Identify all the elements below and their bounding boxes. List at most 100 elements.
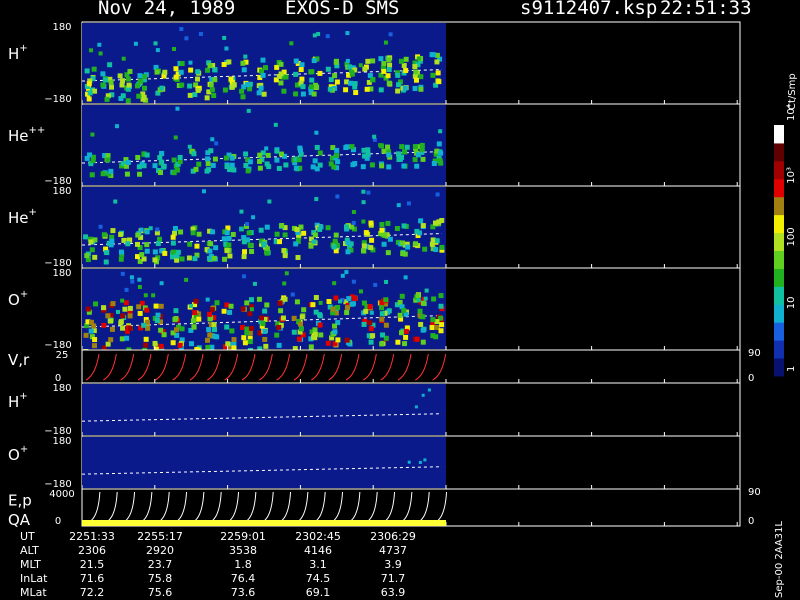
panel-h-plus-bottom: 180−180H+: [8, 382, 741, 437]
count-cell: [368, 245, 374, 251]
count-cell: [189, 341, 195, 347]
colorbar-tick: 1: [786, 366, 797, 372]
count-cell: [378, 143, 383, 148]
count-cell: [344, 270, 349, 275]
count-cell: [396, 203, 401, 208]
count-cell: [247, 159, 253, 165]
ephemeris-value: 73.6: [230, 586, 256, 599]
count-cell: [108, 79, 114, 85]
count-cell: [294, 226, 300, 232]
count-cell: [379, 227, 385, 233]
count-cell: [207, 63, 213, 69]
count-cell: [383, 297, 389, 303]
count-cell: [296, 157, 302, 163]
count-cell: [162, 69, 168, 75]
count-cell: [262, 328, 268, 334]
count-cell: [397, 299, 403, 305]
count-cell: [144, 242, 150, 248]
ephemeris-value: 63.9: [380, 586, 406, 599]
ephemeris-value: 75.6: [147, 586, 173, 599]
count-cell: [214, 334, 220, 340]
count-cell: [332, 323, 338, 329]
panel-layer: 180−180H+−180He++180−180He+180−180O+250V…: [8, 21, 761, 529]
count-cell: [381, 68, 387, 74]
count-cell: [379, 163, 385, 169]
count-cell: [301, 307, 307, 313]
count-cell: [241, 254, 247, 260]
count-cell: [212, 77, 218, 83]
count-cell: [437, 158, 443, 164]
spectrogram-figure: 180−180H+−180He++180−180He+180−180O+250V…: [8, 21, 798, 529]
count-cell: [105, 313, 111, 319]
ephemeris-value: 23.7: [147, 558, 173, 571]
panel-he-plus: 180−180He+: [8, 185, 741, 269]
count-cell: [195, 69, 201, 75]
colorbar-swatch: [774, 358, 784, 377]
count-cell: [210, 137, 215, 142]
species-label: H+: [8, 43, 28, 63]
count-cell: [256, 296, 262, 302]
count-cell: [221, 236, 227, 242]
count-cell: [244, 222, 249, 227]
count-cell: [159, 281, 164, 286]
count-cell: [370, 58, 376, 64]
count-cell: [130, 279, 135, 284]
count-cell: [361, 243, 367, 249]
count-cell: [400, 251, 406, 257]
count-cell: [88, 319, 94, 325]
ephemeris-value: 21.5: [79, 558, 105, 571]
count-cell: [139, 252, 145, 258]
count-cell: [399, 144, 405, 150]
count-cell: [394, 226, 400, 232]
ephemeris-value: 69.1: [305, 586, 331, 599]
count-cell: [291, 315, 297, 321]
count-cell: [403, 328, 409, 334]
count-cell: [161, 164, 167, 170]
count-cell: [252, 281, 257, 286]
count-cell: [196, 161, 202, 167]
count-cell: [351, 210, 356, 215]
count-cell: [274, 157, 280, 163]
count-cell: [125, 241, 131, 247]
count-cell: [433, 334, 439, 340]
count-cell: [204, 337, 210, 343]
count-cell: [418, 460, 422, 464]
count-cell: [135, 232, 141, 238]
count-cell: [211, 255, 217, 261]
count-cell: [351, 279, 356, 284]
count-cell: [208, 241, 214, 247]
count-cell: [158, 343, 164, 349]
count-cell: [331, 164, 337, 170]
count-cell: [85, 306, 91, 312]
count-cell: [290, 292, 295, 297]
count-cell: [311, 58, 317, 64]
count-cell: [127, 305, 133, 311]
ephemeris-value: 71.6: [79, 572, 105, 585]
count-cell: [137, 310, 143, 316]
count-cell: [334, 79, 340, 85]
count-cell: [89, 172, 95, 178]
count-cell: [239, 324, 245, 330]
count-cell: [249, 307, 254, 312]
count-cell: [298, 326, 304, 332]
count-cell: [119, 82, 125, 88]
count-cell: [110, 228, 116, 234]
count-cell: [439, 217, 445, 223]
count-cell: [438, 293, 444, 299]
count-cell: [247, 311, 253, 317]
count-cell: [207, 316, 213, 322]
count-cell: [247, 86, 253, 92]
count-cell: [103, 259, 109, 265]
count-cell: [224, 248, 230, 254]
ephemeris-value: 2259:01: [220, 530, 266, 543]
ephemeris-value: 2306: [78, 544, 106, 557]
count-cell: [172, 317, 178, 323]
ephemeris-value: 4737: [379, 544, 407, 557]
count-cell: [262, 336, 268, 342]
count-cell: [299, 62, 305, 68]
count-cell: [415, 293, 421, 299]
y-tick-min: −180: [44, 94, 71, 105]
ephemeris-value: 4146: [304, 544, 332, 557]
count-cell: [179, 326, 185, 332]
count-cell: [439, 244, 445, 250]
